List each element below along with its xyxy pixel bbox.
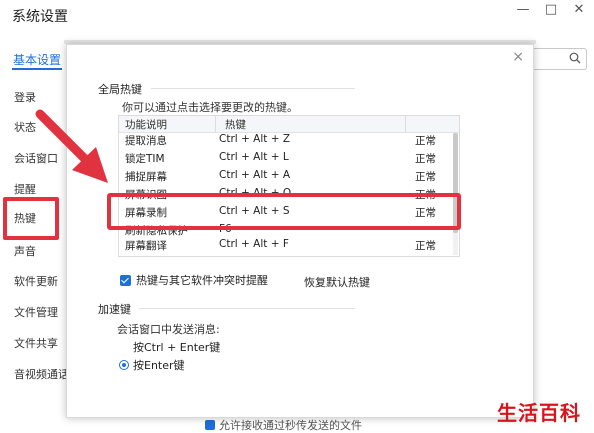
annotation-arrow bbox=[35, 109, 108, 183]
watermark: 生活百科 bbox=[497, 401, 581, 425]
